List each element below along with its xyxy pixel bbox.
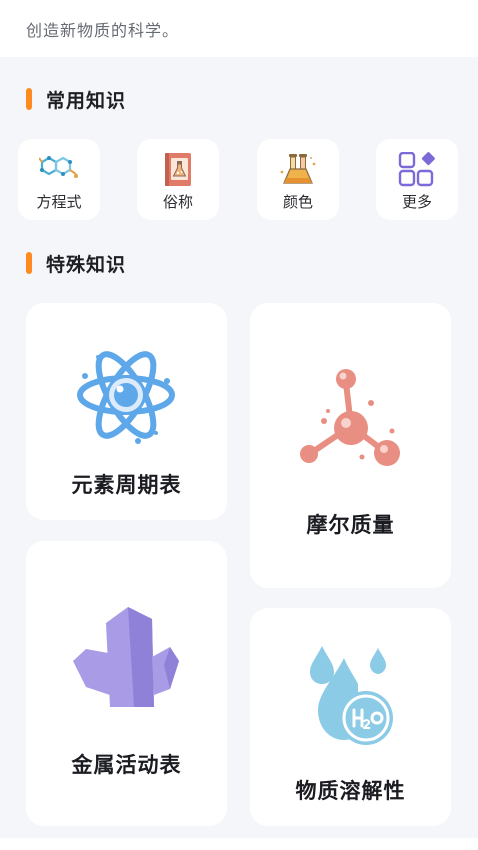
section-accent-bar <box>26 252 32 274</box>
tile-label: 俗称 <box>162 193 193 211</box>
card-label: 金属活动表 <box>71 753 182 777</box>
card-label: 摩尔质量 <box>306 513 395 537</box>
book-flask-icon <box>165 153 191 186</box>
molecule-icon <box>300 369 400 466</box>
card-solubility[interactable]: 物质溶解性 <box>250 608 451 826</box>
card-metal-activity[interactable]: 金属活动表 <box>26 541 227 826</box>
tile-common-name[interactable]: 俗称 <box>137 139 219 220</box>
water-drops-h2o-icon <box>310 646 393 745</box>
section-header-special: 特殊知识 <box>26 250 126 276</box>
molecule-hexagon-icon <box>39 156 78 178</box>
section-title-special: 特殊知识 <box>46 253 127 276</box>
card-label: 物质溶解性 <box>295 779 406 803</box>
card-periodic-table[interactable]: 元素周期表 <box>26 303 227 520</box>
section-header-common: 常用知识 <box>26 86 126 112</box>
bottom-strip <box>0 838 478 850</box>
card-molar-mass[interactable]: 摩尔质量 <box>250 303 451 588</box>
header-subtitle: 创造新物质的科学。 <box>26 21 180 40</box>
section-title-common: 常用知识 <box>46 89 127 112</box>
grid-more-icon <box>398 152 435 187</box>
tile-equation[interactable]: 方程式 <box>18 139 100 220</box>
tile-color[interactable]: 颜色 <box>257 139 339 220</box>
tile-more[interactable]: 更多 <box>376 139 458 220</box>
tile-label: 更多 <box>401 193 432 211</box>
section-accent-bar <box>26 88 32 110</box>
tile-label: 颜色 <box>282 193 313 211</box>
test-tubes-icon <box>280 154 316 184</box>
tile-label: 方程式 <box>36 193 82 211</box>
card-label: 元素周期表 <box>71 473 182 497</box>
atom-icon <box>77 351 175 444</box>
crystal-icon <box>73 607 179 707</box>
header: 创造新物质的科学。 <box>0 0 478 57</box>
